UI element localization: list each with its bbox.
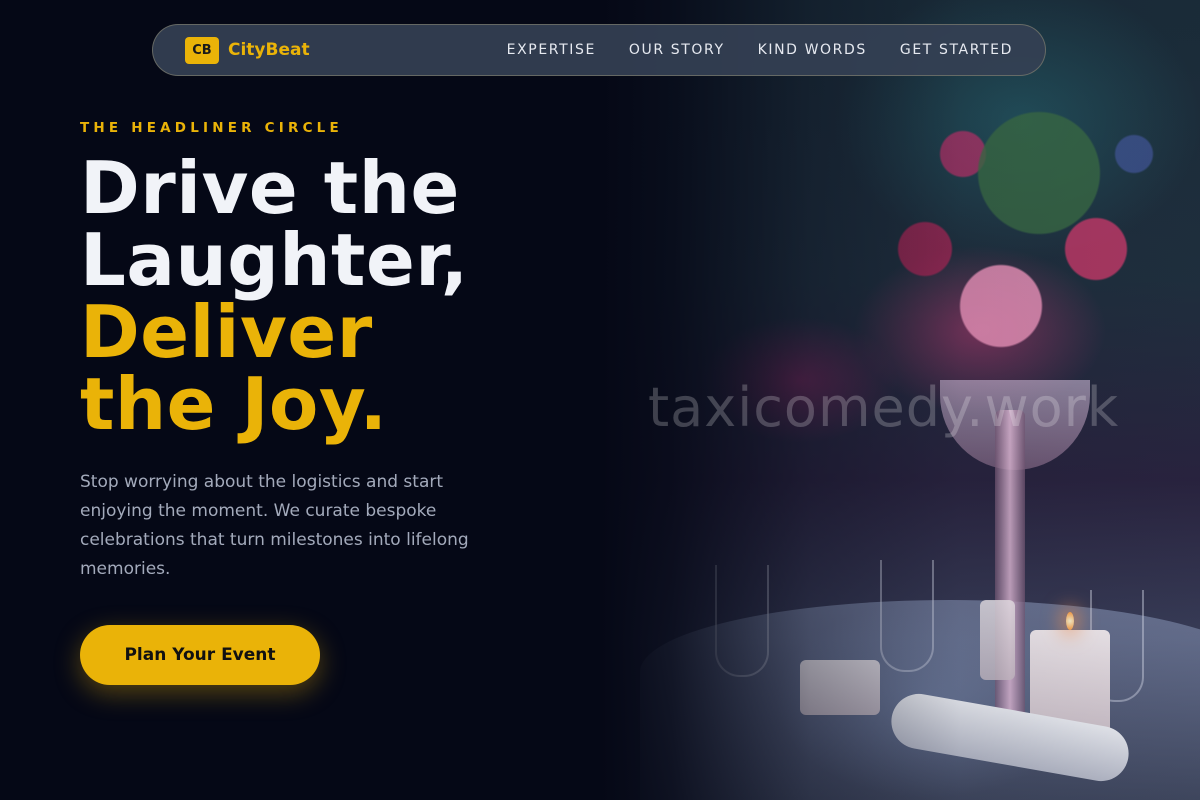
watermark: taxicomedy.work <box>648 376 1120 439</box>
headline-line: Laughter, <box>80 218 469 302</box>
top-navbar: CB CityBeat EXPERTISE OUR STORY KIND WOR… <box>152 24 1046 76</box>
hero-description: Stop worrying about the logistics and st… <box>80 472 469 579</box>
nav-link-our-story[interactable]: OUR STORY <box>629 42 725 58</box>
headline-highlight-line: the Joy. <box>80 362 388 446</box>
hero-eyebrow: THE HEADLINER CIRCLE <box>80 120 343 136</box>
hero-headline: Drive the Laughter, Deliver the Joy. <box>80 152 469 440</box>
brand-name: CityBeat <box>228 40 310 60</box>
headline-line: Drive the <box>80 146 460 230</box>
nav-link-expertise[interactable]: EXPERTISE <box>507 42 596 58</box>
logo-badge: CB <box>185 36 219 64</box>
plan-event-button[interactable]: Plan Your Event <box>80 625 320 685</box>
nav-link-get-started[interactable]: GET STARTED <box>900 42 1013 58</box>
headline-highlight-line: Deliver <box>80 290 373 374</box>
nav-link-kind-words[interactable]: KIND WORDS <box>758 42 867 58</box>
brand-logo[interactable]: CB CityBeat <box>185 36 310 64</box>
nav-menu: EXPERTISE OUR STORY KIND WORDS GET START… <box>507 42 1013 58</box>
